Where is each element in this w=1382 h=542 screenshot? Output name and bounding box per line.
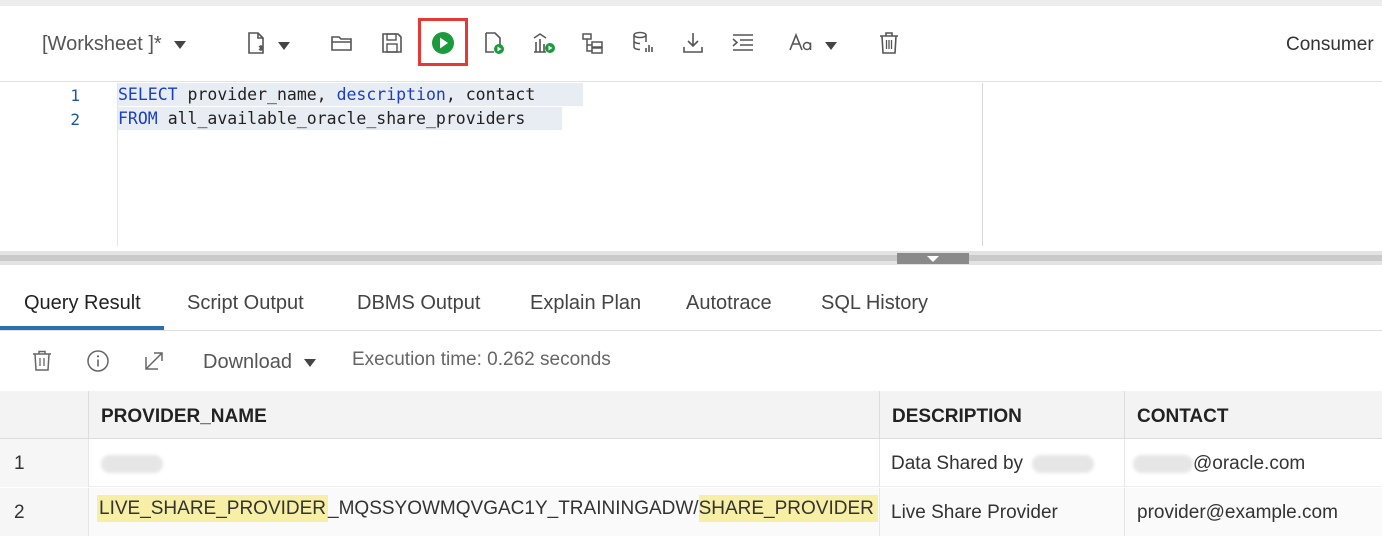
- new-file-icon: [248, 32, 264, 54]
- download-button[interactable]: [677, 28, 709, 58]
- description-cell[interactable]: Data Shared by: [880, 439, 1125, 487]
- trash-icon: [33, 350, 51, 371]
- external-link-icon: [145, 352, 163, 370]
- sql-identifier: , contact: [445, 85, 536, 104]
- clear-results-button[interactable]: [28, 347, 56, 375]
- sql-data-button[interactable]: [627, 28, 659, 58]
- chevron-down-icon: [303, 358, 316, 367]
- download-dropdown[interactable]: Download: [203, 351, 316, 374]
- splitter-collapse-handle[interactable]: [897, 253, 969, 264]
- description-cell[interactable]: Live Share Provider: [880, 488, 1125, 536]
- line-number: 1: [70, 86, 80, 105]
- open-folder-icon: [331, 36, 352, 51]
- contact-cell[interactable]: @oracle.com: [1125, 439, 1382, 487]
- contact-text: provider@example.com: [1137, 502, 1338, 523]
- tab-autotrace[interactable]: Autotrace: [686, 292, 772, 315]
- explain-plan-icon: [533, 33, 555, 53]
- description-text: Live Share Provider: [891, 502, 1058, 523]
- description-text: Data Shared by: [891, 453, 1024, 474]
- run-script-icon: [485, 32, 504, 54]
- format-icon: [732, 34, 753, 51]
- worksheet-selector[interactable]: [Worksheet ]*: [42, 33, 186, 56]
- search-highlight: SHARE_PROVIDER: [698, 495, 878, 522]
- column-header-contact[interactable]: CONTACT: [1125, 391, 1382, 439]
- info-button[interactable]: [84, 347, 112, 375]
- autotrace-icon: [582, 33, 603, 54]
- autotrace-button[interactable]: [577, 28, 609, 58]
- table-row[interactable]: 1 Data Shared by @oracle.com: [0, 439, 1382, 487]
- clear-icon: [880, 32, 898, 54]
- font-size-icon: [789, 32, 812, 51]
- format-button[interactable]: [727, 28, 759, 58]
- chevron-down-icon: [173, 40, 186, 49]
- column-header-provider-name[interactable]: PROVIDER_NAME: [89, 391, 880, 439]
- column-header-description[interactable]: DESCRIPTION: [880, 391, 1125, 439]
- info-icon: [87, 350, 109, 372]
- redacted-text: [101, 454, 163, 473]
- tab-explain-plan[interactable]: Explain Plan: [530, 292, 641, 315]
- explain-plan-button[interactable]: [528, 28, 560, 58]
- code-line-1[interactable]: SELECT provider_name, description, conta…: [118, 83, 583, 106]
- line-number: 2: [70, 110, 80, 129]
- font-size-dropdown-icon[interactable]: [825, 42, 837, 50]
- provider-name-text: _MQSSYOWMQVGAC1Y_TRAININGADW/: [328, 498, 699, 519]
- save-button[interactable]: [376, 28, 408, 58]
- download-icon: [683, 33, 703, 53]
- worksheet-label: [Worksheet ]*: [42, 33, 162, 55]
- tab-script-output[interactable]: Script Output: [187, 292, 304, 315]
- editor-vertical-divider[interactable]: [982, 83, 983, 246]
- new-file-button[interactable]: [240, 28, 272, 58]
- redacted-text: [1032, 454, 1095, 473]
- sql-data-icon: [633, 31, 653, 52]
- run-statement-button[interactable]: [427, 28, 459, 58]
- result-tabs: Query Result Script Output DBMS Output E…: [0, 276, 1382, 331]
- active-tab-indicator: [0, 326, 164, 330]
- save-icon: [382, 33, 402, 53]
- open-in-new-button[interactable]: [140, 347, 168, 375]
- line-number-gutter: [0, 83, 118, 246]
- sql-keyword: FROM: [118, 109, 158, 128]
- row-number-header: [0, 391, 89, 439]
- run-script-button[interactable]: [478, 28, 510, 58]
- code-line-2[interactable]: FROM all_available_oracle_share_provider…: [118, 107, 562, 130]
- download-label: Download: [203, 351, 292, 373]
- run-statement-icon: [432, 32, 454, 54]
- contact-cell[interactable]: provider@example.com: [1125, 488, 1382, 536]
- tab-query-result[interactable]: Query Result: [24, 292, 141, 315]
- sql-identifier: all_available_oracle_share_providers: [167, 109, 526, 128]
- sql-editor[interactable]: 1 2 SELECT provider_name, description, c…: [0, 83, 1382, 246]
- provider-name-cell[interactable]: [89, 439, 880, 487]
- results-grid: PROVIDER_NAME DESCRIPTION CONTACT 1 Data…: [0, 391, 1382, 542]
- search-highlight: LIVE_SHARE_PROVIDER: [97, 495, 329, 522]
- tab-dbms-output[interactable]: DBMS Output: [357, 292, 480, 315]
- sql-identifier: provider_name,: [187, 85, 327, 104]
- redacted-text: [1133, 454, 1193, 473]
- result-toolbar: Download Execution time: 0.262 seconds: [0, 331, 1382, 391]
- provider-name-cell[interactable]: LIVE_SHARE_PROVIDER _MQSSYOWMQVGAC1Y_TRAI…: [89, 488, 880, 536]
- worksheet-toolbar: [Worksheet ]* Consumer: [0, 6, 1382, 82]
- tab-sql-history[interactable]: SQL History: [821, 292, 928, 315]
- connection-label[interactable]: Consumer: [1286, 34, 1374, 56]
- collapse-down-icon: [927, 255, 939, 262]
- contact-text: @oracle.com: [1193, 453, 1306, 474]
- open-button[interactable]: [326, 28, 358, 58]
- execution-time: Execution time: 0.262 seconds: [352, 349, 611, 370]
- sql-keyword: SELECT: [118, 85, 178, 104]
- new-file-dropdown-icon[interactable]: [278, 42, 290, 50]
- sql-keyword: description: [336, 85, 446, 104]
- font-size-button[interactable]: [786, 28, 816, 58]
- table-row[interactable]: 2 LIVE_SHARE_PROVIDER _MQSSYOWMQVGAC1Y_TR…: [0, 488, 1382, 536]
- splitter-bar: [0, 255, 1382, 261]
- row-number: 1: [0, 439, 89, 487]
- clear-button[interactable]: [873, 28, 905, 58]
- pane-splitter[interactable]: [0, 251, 1382, 265]
- row-number: 2: [0, 488, 89, 536]
